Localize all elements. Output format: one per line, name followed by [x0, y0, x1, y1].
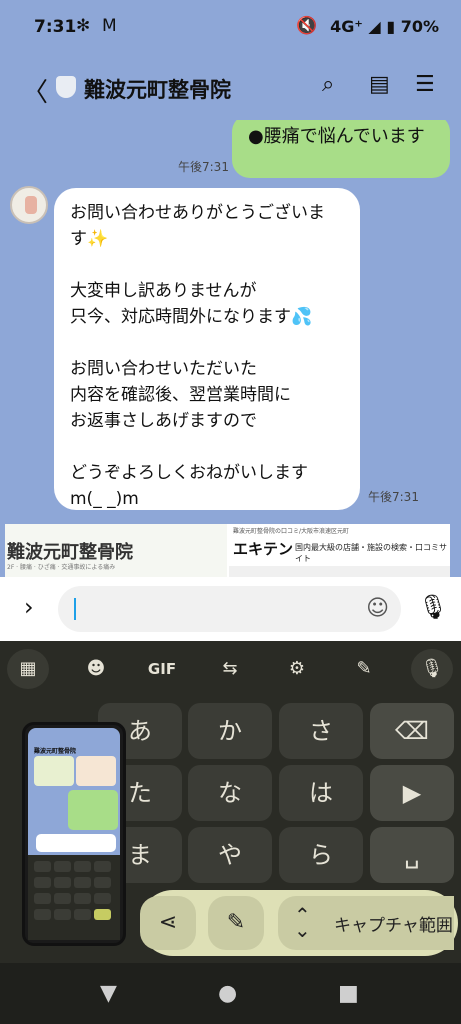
thumbnail-card: [76, 756, 116, 786]
backspace-icon: ⌫: [395, 717, 429, 745]
sweat-drops-icon: 💦: [291, 307, 313, 327]
status-bar: 7:31 ✻ M 🔇 4G⁺ ◢ ▮ 70%: [0, 0, 461, 56]
battery-icon: ▮: [386, 17, 396, 36]
mic-icon[interactable]: 🎙: [418, 593, 448, 621]
text-caret: [74, 598, 76, 620]
msg-line: 大変申し訳ありませんが: [70, 281, 257, 301]
sticker-icon[interactable]: ☻: [75, 649, 117, 689]
space-icon: ␣: [404, 841, 420, 869]
search-icon[interactable]: ⌕: [322, 72, 334, 97]
sent-message[interactable]: ●腰痛で悩んでいます: [232, 120, 450, 178]
screenshot-thumbnail[interactable]: 難波元町整骨院: [22, 722, 126, 946]
pen-icon[interactable]: ✎: [343, 649, 385, 689]
received-time: 午後7:31: [368, 490, 419, 504]
banner-right: 難波元町整骨院の口コミ/大阪市浪速区元町 エキテン 国内最大級の店舗・施設の検索…: [229, 524, 450, 577]
thumbnail-card: [34, 756, 74, 786]
sent-time: 午後7:31: [178, 160, 229, 174]
menu-icon[interactable]: ☰: [415, 72, 435, 97]
msg-line: 内容を確認後、翌営業時間に: [70, 385, 291, 405]
pencil-icon: ✎: [226, 910, 246, 935]
expand-vertical-icon: ⌃ ⌄: [294, 903, 311, 942]
msg-line: m(_ _)m: [70, 489, 139, 509]
banner-right-top: 難波元町整骨院の口コミ/大阪市浪速区元町: [233, 528, 350, 535]
key-ka[interactable]: か: [188, 703, 272, 759]
link-preview-banner[interactable]: 難波元町整骨院 2F · 腰痛 · ひざ痛 · 交通事故による痛み 難波元町整骨…: [5, 524, 450, 577]
banner-breadcrumb-bar: [229, 566, 450, 577]
received-message[interactable]: お問い合わせありがとうございま す✨ 大変申し訳ありませんが 只今、対応時間外に…: [54, 188, 360, 510]
battery-level: 70%: [400, 17, 439, 36]
capture-range-button[interactable]: ⌃ ⌄ キャプチャ範囲: [278, 896, 454, 950]
chat-area[interactable]: ●腰痛で悩んでいます 午後7:31 お問い合わせありがとうございま す✨ 大変申…: [0, 120, 461, 577]
msg-line: す: [70, 229, 87, 249]
notes-icon[interactable]: ▤: [369, 72, 390, 97]
banner-left-title: 難波元町整骨院: [7, 542, 133, 563]
capture-range-label: キャプチャ範囲: [334, 916, 453, 936]
key-sa[interactable]: さ: [279, 703, 363, 759]
capture-action-bar: ⋖ ✎ ⌃ ⌄ キャプチャ範囲: [140, 890, 458, 956]
thumbnail-recv-bubble: [36, 834, 116, 852]
status-time: 7:31: [34, 17, 77, 37]
sparkles-icon: ✨: [87, 229, 109, 249]
key-ra[interactable]: ら: [279, 827, 363, 883]
signal-icon: ◢: [368, 17, 381, 36]
message-input[interactable]: ☺: [58, 586, 401, 632]
recents-nav-icon[interactable]: ■: [338, 981, 359, 1006]
status-right: 4G⁺ ◢ ▮ 70%: [330, 17, 439, 36]
fan-icon: ✻: [76, 16, 91, 36]
chat-header: 〈 難波元町整骨院 ⌕ ▤ ☰: [0, 56, 461, 120]
translate-icon[interactable]: ⇆: [209, 649, 251, 689]
space-key[interactable]: ␣: [370, 827, 454, 883]
msg-line: 只今、対応時間外になります: [70, 307, 291, 327]
msg-line: どうぞよろしくおねがいします: [70, 463, 308, 483]
verified-shield-icon: [56, 76, 76, 98]
msg-line: お返事さしあげますので: [70, 411, 257, 431]
backspace-key[interactable]: ⌫: [370, 703, 454, 759]
thumbnail-keyboard: [28, 855, 120, 940]
gmail-icon: M: [102, 16, 117, 36]
share-icon: ⋖: [158, 910, 178, 935]
ekiten-logo: エキテン: [233, 540, 294, 558]
emoji-icon[interactable]: ☺: [366, 596, 389, 621]
key-ha[interactable]: は: [279, 765, 363, 821]
back-icon[interactable]: 〈: [22, 72, 48, 109]
input-bar: › ☺ 🎙: [0, 577, 461, 641]
key-ya[interactable]: や: [188, 827, 272, 883]
grid-icon[interactable]: ▦: [7, 649, 49, 689]
page-title: 難波元町整骨院: [84, 78, 231, 102]
back-nav-icon[interactable]: ▼: [100, 981, 117, 1006]
expand-chevron-icon[interactable]: ›: [24, 593, 34, 621]
home-nav-icon[interactable]: ●: [218, 981, 237, 1006]
network-label: 4G⁺: [330, 17, 363, 36]
thumbnail-sent-bubble: [68, 790, 118, 830]
msg-line: お問い合わせいただいた: [70, 359, 257, 379]
share-button[interactable]: ⋖: [140, 896, 196, 950]
banner-left: 難波元町整骨院 2F · 腰痛 · ひざ痛 · 交通事故による痛み: [5, 524, 227, 577]
cursor-right-key[interactable]: ▶: [370, 765, 454, 821]
mute-icon: 🔇: [296, 16, 318, 36]
system-nav-bar: ▼ ● ■: [0, 963, 461, 1024]
banner-right-desc: 国内最大級の店舗・施設の検索・口コミサイト: [295, 543, 447, 563]
gear-icon[interactable]: ⚙: [276, 649, 318, 689]
msg-line: お問い合わせありがとうございま: [70, 203, 325, 223]
edit-button[interactable]: ✎: [208, 896, 264, 950]
avatar[interactable]: [10, 186, 48, 224]
arrow-right-icon: ▶: [402, 779, 422, 807]
thumbnail-title: 難波元町整骨院: [34, 748, 77, 755]
gif-button[interactable]: GIF: [141, 649, 183, 689]
banner-left-sub: 2F · 腰痛 · ひざ痛 · 交通事故による痛み: [7, 564, 116, 571]
mic-icon[interactable]: 🎙: [411, 649, 453, 689]
key-na[interactable]: な: [188, 765, 272, 821]
